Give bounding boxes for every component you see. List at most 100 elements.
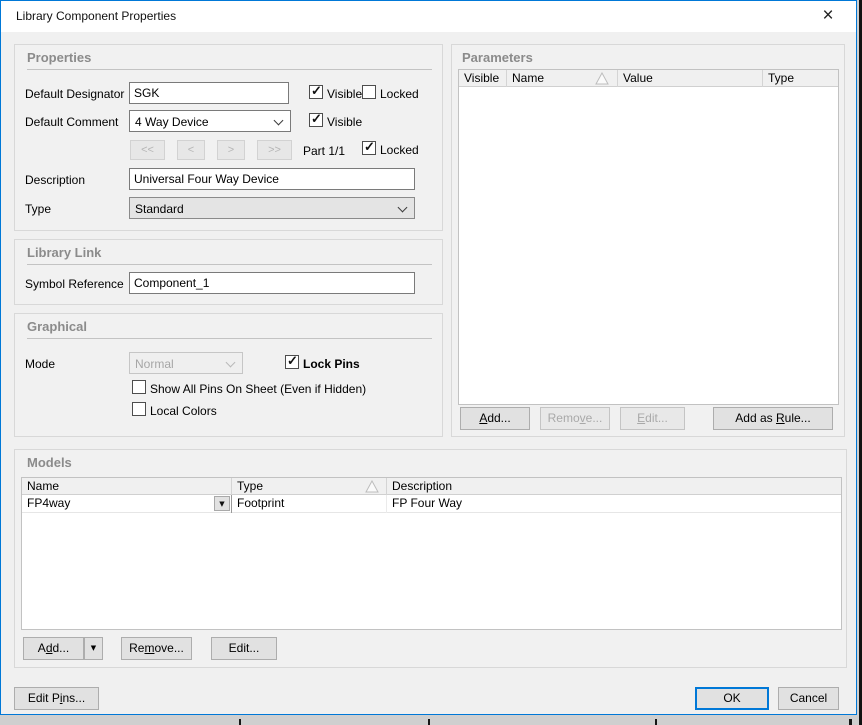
sort-ascending-icon: [595, 72, 609, 85]
button-label: Add as Rule...: [735, 411, 810, 425]
type-combo[interactable]: Standard: [129, 197, 415, 219]
default-designator-label: Default Designator: [25, 87, 124, 101]
models-add-button[interactable]: Add...: [23, 637, 84, 660]
parameters-table-header: Visible Name Value Type: [459, 70, 838, 87]
button-label: Add...: [38, 641, 69, 655]
models-add-dropdown-button[interactable]: ▼: [84, 637, 103, 660]
part-next-button[interactable]: >: [217, 140, 245, 160]
model-name-cell[interactable]: FP4way ▼: [22, 495, 232, 513]
model-type-cell: Footprint: [232, 495, 387, 513]
part-indicator: Part 1/1: [303, 144, 345, 158]
button-label: Edit...: [229, 641, 260, 655]
column-header-label: Description: [392, 479, 452, 493]
column-header-label: Name: [512, 71, 544, 85]
column-header-type[interactable]: Type: [763, 70, 840, 87]
type-label: Type: [25, 202, 51, 216]
part-locked-checkbox[interactable]: [362, 141, 376, 155]
symbol-reference-label: Symbol Reference: [25, 277, 124, 291]
lock-pins-label: Lock Pins: [303, 357, 360, 371]
comment-visible-label: Visible: [327, 115, 362, 129]
parameters-group: Parameters Visible Name Value Type: [451, 44, 845, 437]
parameters-remove-button[interactable]: Remove...: [540, 407, 610, 430]
symbol-reference-input[interactable]: [129, 272, 415, 294]
local-colors-checkbox[interactable]: [132, 402, 146, 416]
graphical-group: Graphical Mode Normal Lock Pins Show All…: [14, 313, 443, 437]
button-label: Edit Pins...: [28, 691, 85, 705]
default-comment-value: 4 Way Device: [135, 115, 209, 129]
model-row[interactable]: FP4way ▼ Footprint FP Four Way: [22, 495, 841, 513]
designator-locked-label: Locked: [380, 87, 419, 101]
lock-pins-checkbox[interactable]: [285, 355, 299, 369]
model-dropdown-button[interactable]: ▼: [214, 496, 230, 511]
column-header-label: Type: [237, 479, 263, 493]
models-edit-button[interactable]: Edit...: [211, 637, 277, 660]
column-header-label: Type: [768, 71, 794, 85]
column-header-visible[interactable]: Visible: [459, 70, 507, 87]
button-label: OK: [723, 691, 740, 705]
add-as-rule-button[interactable]: Add as Rule...: [713, 407, 833, 430]
button-label: Remove...: [129, 641, 184, 655]
properties-group: Properties Default Designator Visible Lo…: [14, 44, 443, 231]
library-link-group: Library Link Symbol Reference: [14, 239, 443, 305]
designator-visible-checkbox[interactable]: [309, 85, 323, 99]
part-last-button[interactable]: >>: [257, 140, 292, 160]
mode-label: Mode: [25, 357, 55, 371]
mode-combo[interactable]: Normal: [129, 352, 243, 374]
part-first-button[interactable]: <<: [130, 140, 165, 160]
background-grid-tick: [655, 719, 657, 725]
parameters-header: Parameters: [462, 50, 533, 65]
library-link-header: Library Link: [27, 245, 101, 260]
column-header-value[interactable]: Value: [618, 70, 763, 87]
column-header-description[interactable]: Description: [387, 478, 843, 495]
default-comment-combo[interactable]: 4 Way Device: [129, 110, 291, 132]
button-label: Cancel: [790, 691, 827, 705]
divider: [27, 69, 432, 70]
background-grid-tick: [239, 719, 241, 725]
comment-visible-checkbox[interactable]: [309, 113, 323, 127]
description-label: Description: [25, 173, 85, 187]
parameters-add-button[interactable]: Add...: [460, 407, 530, 430]
divider: [27, 264, 432, 265]
designator-visible-label: Visible: [327, 87, 362, 101]
title-bar[interactable]: Library Component Properties ×: [1, 1, 856, 32]
model-description-value: FP Four Way: [392, 496, 462, 510]
button-label: Remove...: [548, 411, 603, 425]
part-locked-label: Locked: [380, 143, 419, 157]
properties-header: Properties: [27, 50, 91, 65]
show-all-pins-checkbox[interactable]: [132, 380, 146, 394]
designator-locked-checkbox[interactable]: [362, 85, 376, 99]
column-header-label: Value: [623, 71, 653, 85]
parameters-edit-button[interactable]: Edit...: [620, 407, 685, 430]
model-description-cell: FP Four Way: [387, 495, 843, 513]
model-type-value: Footprint: [237, 496, 284, 510]
column-header-name[interactable]: Name: [507, 70, 618, 87]
library-component-properties-dialog: Library Component Properties × Propertie…: [0, 0, 857, 715]
chevron-down-icon: [274, 116, 284, 126]
button-label: Add...: [479, 411, 510, 425]
background-grid-tick: [849, 719, 852, 725]
models-remove-button[interactable]: Remove...: [121, 637, 192, 660]
ok-button[interactable]: OK: [695, 687, 769, 710]
column-header-type[interactable]: Type: [232, 478, 387, 495]
description-input[interactable]: [129, 168, 415, 190]
models-table: Name Type Description FP4way ▼: [21, 477, 842, 630]
type-value: Standard: [135, 202, 184, 216]
button-label: Edit...: [637, 411, 668, 425]
mode-value: Normal: [135, 357, 174, 371]
model-name-value: FP4way: [27, 496, 70, 510]
models-group: Models Name Type Description FP4wa: [14, 449, 847, 668]
sort-ascending-icon: [365, 480, 379, 493]
background-grid-tick: [428, 719, 430, 725]
edit-pins-button[interactable]: Edit Pins...: [14, 687, 99, 710]
models-header: Models: [27, 455, 72, 470]
default-designator-input[interactable]: [129, 82, 289, 104]
chevron-down-icon: [226, 358, 236, 368]
parameters-table: Visible Name Value Type: [458, 69, 839, 405]
column-header-name[interactable]: Name: [22, 478, 232, 495]
models-table-header: Name Type Description: [22, 478, 841, 495]
part-prev-button[interactable]: <: [177, 140, 205, 160]
cancel-button[interactable]: Cancel: [778, 687, 839, 710]
close-icon[interactable]: ×: [816, 4, 840, 28]
graphical-header: Graphical: [27, 319, 87, 334]
show-all-pins-label: Show All Pins On Sheet (Even if Hidden): [150, 382, 366, 396]
